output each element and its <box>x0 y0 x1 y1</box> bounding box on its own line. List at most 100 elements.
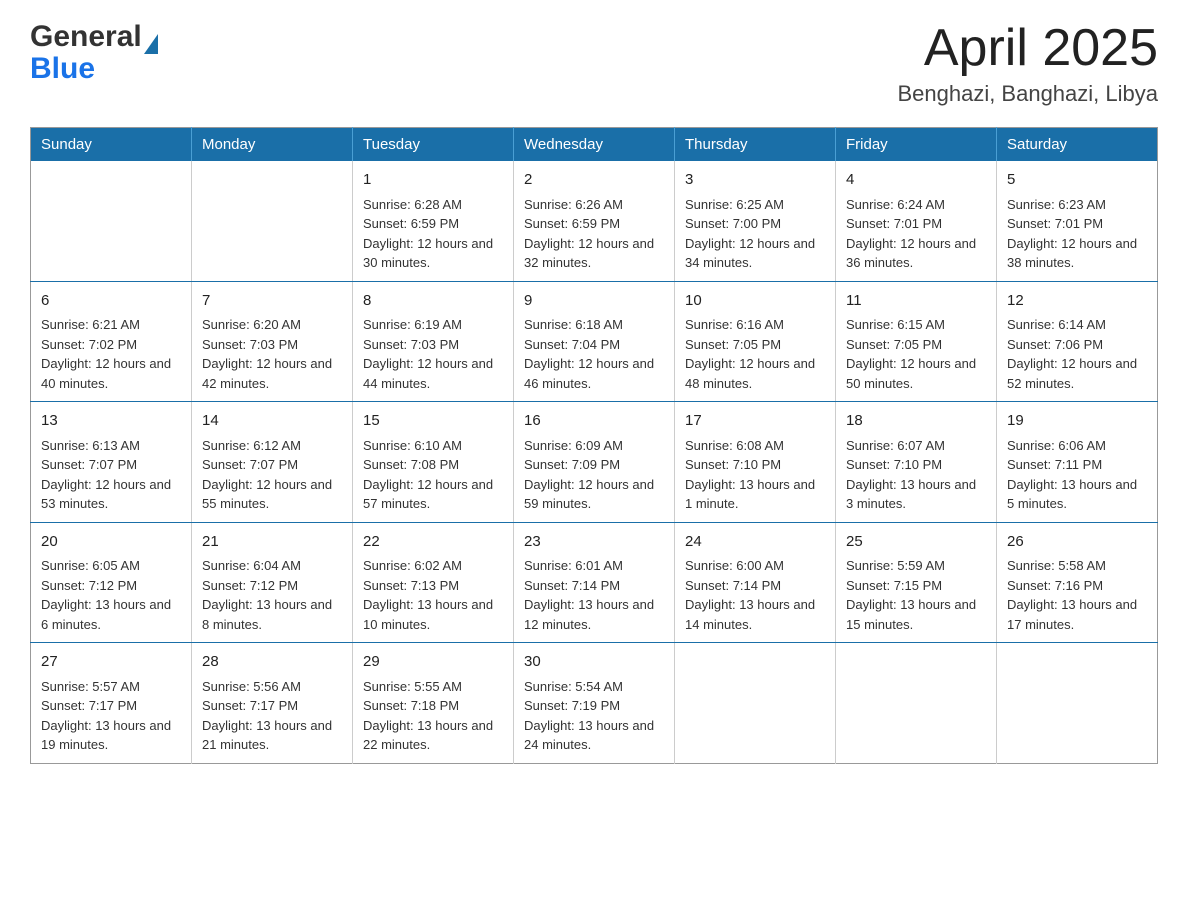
week-row-5: 27Sunrise: 5:57 AMSunset: 7:17 PMDayligh… <box>31 643 1158 764</box>
calendar-cell: 20Sunrise: 6:05 AMSunset: 7:12 PMDayligh… <box>31 522 192 643</box>
header-saturday: Saturday <box>997 128 1158 162</box>
sunset-text: Sunset: 6:59 PM <box>363 214 503 234</box>
calendar-cell: 26Sunrise: 5:58 AMSunset: 7:16 PMDayligh… <box>997 522 1158 643</box>
daylight-text: Daylight: 12 hours and 36 minutes. <box>846 234 986 273</box>
sunset-text: Sunset: 7:18 PM <box>363 696 503 716</box>
sunrise-text: Sunrise: 6:28 AM <box>363 195 503 215</box>
calendar-cell: 9Sunrise: 6:18 AMSunset: 7:04 PMDaylight… <box>514 281 675 402</box>
calendar-cell: 5Sunrise: 6:23 AMSunset: 7:01 PMDaylight… <box>997 161 1158 281</box>
daylight-text: Daylight: 12 hours and 38 minutes. <box>1007 234 1147 273</box>
sunset-text: Sunset: 7:09 PM <box>524 455 664 475</box>
sunset-text: Sunset: 7:14 PM <box>524 576 664 596</box>
sunrise-text: Sunrise: 6:26 AM <box>524 195 664 215</box>
sunset-text: Sunset: 6:59 PM <box>524 214 664 234</box>
sunset-text: Sunset: 7:05 PM <box>685 335 825 355</box>
daylight-text: Daylight: 13 hours and 19 minutes. <box>41 716 181 755</box>
sunrise-text: Sunrise: 6:06 AM <box>1007 436 1147 456</box>
week-row-2: 6Sunrise: 6:21 AMSunset: 7:02 PMDaylight… <box>31 281 1158 402</box>
header-sunday: Sunday <box>31 128 192 162</box>
day-number: 1 <box>363 169 503 192</box>
sunrise-text: Sunrise: 5:59 AM <box>846 556 986 576</box>
day-number: 16 <box>524 410 664 433</box>
calendar-cell: 29Sunrise: 5:55 AMSunset: 7:18 PMDayligh… <box>353 643 514 764</box>
sunset-text: Sunset: 7:01 PM <box>846 214 986 234</box>
daylight-text: Daylight: 13 hours and 21 minutes. <box>202 716 342 755</box>
logo-blue-text: Blue <box>30 52 95 85</box>
sunset-text: Sunset: 7:19 PM <box>524 696 664 716</box>
calendar-cell: 24Sunrise: 6:00 AMSunset: 7:14 PMDayligh… <box>675 522 836 643</box>
day-number: 19 <box>1007 410 1147 433</box>
calendar-cell: 2Sunrise: 6:26 AMSunset: 6:59 PMDaylight… <box>514 161 675 281</box>
sunrise-text: Sunrise: 5:56 AM <box>202 677 342 697</box>
sunrise-text: Sunrise: 6:23 AM <box>1007 195 1147 215</box>
calendar-cell: 15Sunrise: 6:10 AMSunset: 7:08 PMDayligh… <box>353 402 514 523</box>
day-number: 15 <box>363 410 503 433</box>
sunrise-text: Sunrise: 6:00 AM <box>685 556 825 576</box>
calendar-cell: 14Sunrise: 6:12 AMSunset: 7:07 PMDayligh… <box>192 402 353 523</box>
sunset-text: Sunset: 7:03 PM <box>202 335 342 355</box>
calendar-cell <box>192 161 353 281</box>
sunrise-text: Sunrise: 6:18 AM <box>524 315 664 335</box>
day-number: 22 <box>363 531 503 554</box>
day-number: 30 <box>524 651 664 674</box>
calendar-cell <box>31 161 192 281</box>
daylight-text: Daylight: 13 hours and 8 minutes. <box>202 595 342 634</box>
sunset-text: Sunset: 7:10 PM <box>846 455 986 475</box>
sunset-text: Sunset: 7:03 PM <box>363 335 503 355</box>
week-row-3: 13Sunrise: 6:13 AMSunset: 7:07 PMDayligh… <box>31 402 1158 523</box>
month-title: April 2025 <box>897 20 1158 77</box>
day-number: 6 <box>41 290 181 313</box>
day-number: 17 <box>685 410 825 433</box>
calendar-cell: 27 Sunrise: 5:57 AMSunset: 7:17 PMDayligh… <box>31 643 192 764</box>
day-number: 3 <box>685 169 825 192</box>
logo-triangle-icon <box>144 34 158 54</box>
calendar-cell: 17Sunrise: 6:08 AMSunset: 7:10 PMDayligh… <box>675 402 836 523</box>
sunset-text: Sunset: 7:17 PM <box>41 696 181 716</box>
header-wednesday: Wednesday <box>514 128 675 162</box>
daylight-text: Daylight: 12 hours and 50 minutes. <box>846 354 986 393</box>
logo: General Blue <box>30 20 158 84</box>
sunrise-text: Sunrise: 6:13 AM <box>41 436 181 456</box>
week-row-4: 20Sunrise: 6:05 AMSunset: 7:12 PMDayligh… <box>31 522 1158 643</box>
sunrise-text: Sunrise: 5:58 AM <box>1007 556 1147 576</box>
location-title: Benghazi, Banghazi, Libya <box>897 81 1158 107</box>
sunset-text: Sunset: 7:16 PM <box>1007 576 1147 596</box>
sunrise-text: Sunrise: 6:19 AM <box>363 315 503 335</box>
sunrise-text: Sunrise: 6:12 AM <box>202 436 342 456</box>
header-thursday: Thursday <box>675 128 836 162</box>
sunset-text: Sunset: 7:12 PM <box>41 576 181 596</box>
calendar-cell <box>675 643 836 764</box>
daylight-text: Daylight: 13 hours and 17 minutes. <box>1007 595 1147 634</box>
sunset-text: Sunset: 7:14 PM <box>685 576 825 596</box>
daylight-text: Daylight: 12 hours and 59 minutes. <box>524 475 664 514</box>
sunrise-text: Sunrise: 6:04 AM <box>202 556 342 576</box>
sunrise-text: Sunrise: 6:15 AM <box>846 315 986 335</box>
title-section: April 2025 Benghazi, Banghazi, Libya <box>897 20 1158 107</box>
day-number: 26 <box>1007 531 1147 554</box>
day-number: 27 <box>41 651 181 674</box>
daylight-text: Daylight: 12 hours and 30 minutes. <box>363 234 503 273</box>
calendar-cell: 8Sunrise: 6:19 AMSunset: 7:03 PMDaylight… <box>353 281 514 402</box>
daylight-text: Daylight: 12 hours and 46 minutes. <box>524 354 664 393</box>
calendar-cell: 1 Sunrise: 6:28 AMSunset: 6:59 PMDaylight… <box>353 161 514 281</box>
calendar-cell: 25Sunrise: 5:59 AMSunset: 7:15 PMDayligh… <box>836 522 997 643</box>
day-number: 24 <box>685 531 825 554</box>
sunset-text: Sunset: 7:04 PM <box>524 335 664 355</box>
day-number: 12 <box>1007 290 1147 313</box>
day-number: 13 <box>41 410 181 433</box>
sunset-text: Sunset: 7:02 PM <box>41 335 181 355</box>
calendar-cell: 11Sunrise: 6:15 AMSunset: 7:05 PMDayligh… <box>836 281 997 402</box>
sunrise-text: Sunrise: 6:14 AM <box>1007 315 1147 335</box>
calendar-cell: 30Sunrise: 5:54 AMSunset: 7:19 PMDayligh… <box>514 643 675 764</box>
calendar-cell <box>836 643 997 764</box>
daylight-text: Daylight: 12 hours and 44 minutes. <box>363 354 503 393</box>
sunrise-text: Sunrise: 6:24 AM <box>846 195 986 215</box>
sunset-text: Sunset: 7:05 PM <box>846 335 986 355</box>
sunrise-text: Sunrise: 5:57 AM <box>41 677 181 697</box>
daylight-text: Daylight: 12 hours and 55 minutes. <box>202 475 342 514</box>
daylight-text: Daylight: 12 hours and 32 minutes. <box>524 234 664 273</box>
calendar-header-row: SundayMondayTuesdayWednesdayThursdayFrid… <box>31 128 1158 162</box>
sunrise-text: Sunrise: 6:09 AM <box>524 436 664 456</box>
day-number: 28 <box>202 651 342 674</box>
calendar-cell: 7Sunrise: 6:20 AMSunset: 7:03 PMDaylight… <box>192 281 353 402</box>
